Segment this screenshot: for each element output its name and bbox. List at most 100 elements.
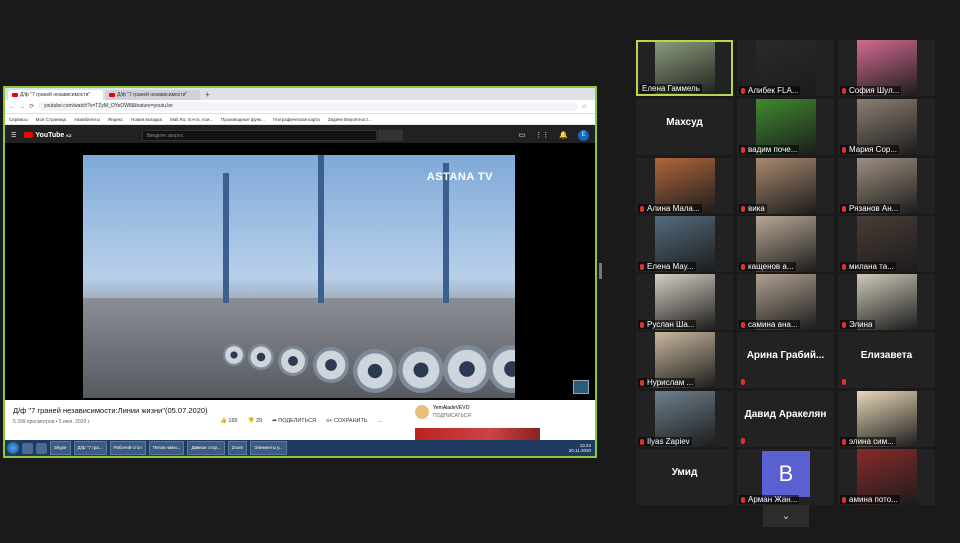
tab-label: Д/ф "7 граней независимости" (20, 92, 91, 98)
muted-mic-icon (741, 263, 745, 270)
participant-tile[interactable]: амина пото... (838, 449, 935, 505)
dislike-button[interactable]: 👎 29 (248, 418, 263, 424)
youtube-logo[interactable]: YouTube KZ (24, 132, 72, 139)
share-button[interactable]: ➦ ПОДЕЛИТЬСЯ (272, 418, 316, 424)
channel-avatar[interactable] (415, 405, 429, 419)
participant-tile[interactable]: милана та... (838, 216, 935, 272)
new-tab-button[interactable]: + (205, 90, 210, 100)
participant-tile[interactable]: Давид Аракелян (737, 391, 834, 447)
participant-tile[interactable]: Рязанов Ан... (838, 158, 935, 214)
bookmark-item[interactable]: Авиабилеты (74, 117, 100, 122)
participant-name-text: милана та... (849, 262, 894, 271)
more-button[interactable]: ... (377, 418, 382, 424)
participant-name: Мария Сор... (840, 145, 900, 154)
bookmark-item[interactable]: Географическая карта (273, 117, 320, 122)
participant-tile[interactable]: Елизавета (838, 332, 935, 388)
bookmark-item[interactable]: Яндекс (108, 117, 123, 122)
logo-region: KZ (66, 132, 72, 138)
participant-name-text: вадим поче... (748, 145, 798, 154)
channel-watermark: ASTANA TV (426, 171, 493, 183)
forward-icon[interactable]: → (19, 104, 25, 110)
participant-name: вадим поче... (739, 145, 800, 154)
participant-tile[interactable]: Елена Гаммель (636, 40, 733, 96)
participant-tile[interactable]: Алибек FLA... (737, 40, 834, 96)
apps-icon[interactable]: ⋮⋮ (535, 131, 549, 139)
star-icon[interactable]: ☆ (582, 103, 587, 110)
like-button[interactable]: 👍 165 (220, 418, 238, 424)
clock-date: 20.11.2020 (568, 448, 591, 453)
youtube-search-input[interactable]: Введите запрос (141, 129, 377, 141)
muted-mic-icon (842, 496, 846, 503)
muted-mic-icon (741, 87, 745, 94)
participant-tile[interactable]: Руслан Ша... (636, 274, 733, 330)
participant-tile[interactable]: Ilyas Zapiev (636, 391, 733, 447)
create-video-icon[interactable]: ▭ (519, 131, 526, 139)
save-button[interactable]: ≡+ СОХРАНИТЬ (326, 418, 367, 424)
system-clock[interactable]: 13:24 20.11.2020 (569, 443, 595, 453)
participant-tile[interactable]: Нурислам ... (636, 332, 733, 388)
video-player[interactable]: ASTANA TV (5, 143, 595, 400)
participant-tile[interactable]: Арина Грабий... (737, 332, 834, 388)
browser-tab[interactable]: Д/ф "7 граней независимости" (105, 90, 200, 100)
muted-mic-icon (640, 379, 644, 386)
shared-screen: Д/ф "7 граней независимости" Д/ф "7 гран… (3, 86, 597, 458)
bookmark-item[interactable]: Задачи Вероятност... (328, 117, 372, 122)
muted-mic-icon (842, 146, 846, 153)
splitter-handle[interactable] (599, 263, 602, 279)
taskbar-item[interactable]: Skype (50, 441, 71, 455)
video-frame[interactable]: ASTANA TV (83, 155, 515, 398)
participant-tile[interactable]: Алина Мала... (636, 158, 733, 214)
participant-tile[interactable]: Махсуд (636, 99, 733, 155)
muted-mic-icon (842, 263, 846, 270)
participant-tile[interactable]: кащенов а... (737, 216, 834, 272)
taskbar-item[interactable]: Д/ф "7 гра... (73, 441, 107, 455)
muted-mic-icon (741, 146, 745, 153)
bookmark-item[interactable]: Новая вкладка (131, 117, 162, 122)
taskbar-item[interactable]: Рабочий стол (109, 441, 146, 455)
channel-name[interactable]: YemAladeVEVO (433, 405, 471, 411)
bookmark-item[interactable]: Mail.Ru: почта, пои... (170, 117, 213, 122)
participant-tile[interactable]: самина ана... (737, 274, 834, 330)
subscribe-button[interactable]: ПОДПИСАТЬСЯ (433, 413, 471, 419)
taskbar-item[interactable]: Дивизи стор... (187, 441, 225, 455)
menu-icon[interactable]: ☰ (11, 132, 16, 139)
fullscreen-icon[interactable] (573, 380, 589, 394)
muted-mic-icon (741, 205, 745, 212)
reload-icon[interactable]: ⟳ (29, 103, 34, 110)
back-icon[interactable]: ← (9, 104, 15, 110)
channel-card[interactable]: YemAladeVEVO ПОДПИСАТЬСЯ (415, 405, 471, 419)
video-actions: 👍 165 👎 29 ➦ ПОДЕЛИТЬСЯ ≡+ СОХРАНИТЬ ... (220, 418, 382, 424)
participant-name: Нурислам ... (638, 378, 696, 387)
participant-name: Руслан Ша... (638, 320, 697, 329)
participant-tile[interactable]: элина сим... (838, 391, 935, 447)
participant-tile[interactable]: B Арман Жан... (737, 449, 834, 505)
participant-tile[interactable]: Элина (838, 274, 935, 330)
search-button[interactable] (377, 129, 403, 141)
url-field[interactable]: youtube.com/watch?v=TZyM_OYeOW8&feature=… (38, 102, 578, 111)
media-player-icon[interactable] (36, 442, 47, 454)
participant-tile[interactable]: Елена Мау... (636, 216, 733, 272)
bookmark-item[interactable]: Сервисы (9, 117, 28, 122)
explorer-icon[interactable] (22, 442, 33, 454)
account-avatar[interactable]: E (578, 129, 589, 141)
participant-name-text: амина пото... (849, 495, 898, 504)
browser-tab[interactable]: Д/ф "7 граней независимости" (8, 90, 103, 100)
participant-tile[interactable]: вика (737, 158, 834, 214)
participant-name: Елена Мау... (638, 262, 696, 271)
participant-tile[interactable]: Мария Сор... (838, 99, 935, 155)
more-participants-button[interactable]: ⌄ (763, 505, 809, 527)
participant-name: Элина (840, 320, 875, 329)
participant-name: кащенов а... (739, 262, 796, 271)
muted-mic-icon (640, 438, 644, 445)
participant-tile[interactable]: София Шул... (838, 40, 935, 96)
bell-icon[interactable]: 🔔 (559, 131, 568, 139)
participant-tile[interactable]: вадим поче... (737, 99, 834, 155)
taskbar-item[interactable]: Zoom (227, 441, 248, 455)
participant-tile[interactable]: Умид (636, 449, 733, 505)
bookmark-item[interactable]: Моя Страница (36, 117, 66, 122)
taskbar-item[interactable]: Элементы у... (250, 441, 287, 455)
taskbar-item[interactable]: Пегов нижи... (148, 441, 185, 455)
start-button[interactable] (7, 442, 19, 454)
participant-name: Алибек FLA... (739, 86, 801, 95)
bookmark-item[interactable]: Производные функ... (221, 117, 265, 122)
